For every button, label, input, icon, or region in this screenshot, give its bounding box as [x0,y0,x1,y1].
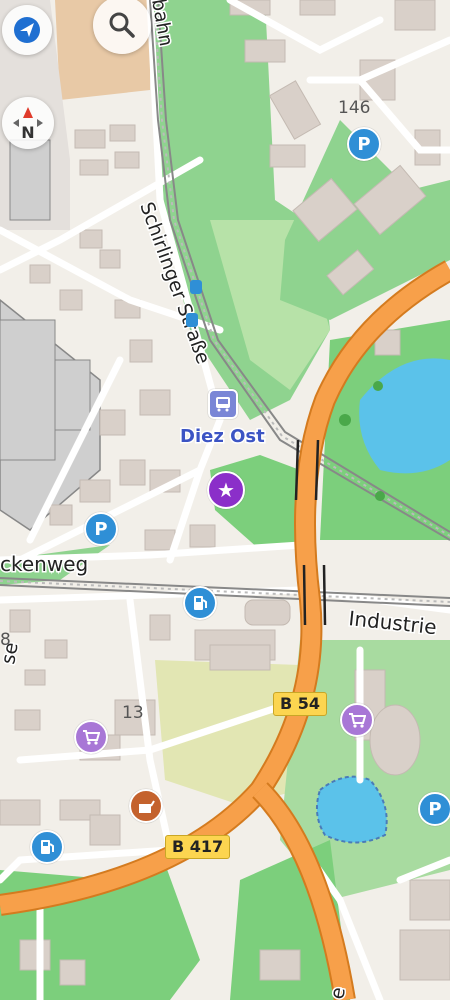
house-number-8: 8 [0,630,11,650]
fuel-icon[interactable] [183,586,217,620]
road-shield-b417: B 417 [165,835,231,859]
house-number-13: 13 [122,703,144,723]
locate-button[interactable] [2,5,52,55]
farmland [155,660,300,805]
compass-letter: N [21,123,34,142]
compass-button[interactable]: N [2,97,54,149]
locate-icon [14,17,40,43]
street-label-weg: ckenweg [0,552,88,576]
road-shield-b54: B 54 [273,692,328,716]
bus-stop-icon[interactable] [208,389,238,419]
favorite-star-icon[interactable]: ★ [207,471,245,509]
parking-icon[interactable]: P [347,127,381,161]
shop-icon[interactable] [74,720,108,754]
search-icon [109,12,135,38]
parking-icon[interactable]: P [84,512,118,546]
shop-icon[interactable] [340,703,374,737]
parking-icon[interactable]: P [418,792,450,826]
station-label: Diez Ost [180,426,265,447]
compass-icon: N [13,107,43,142]
house-number-146: 146 [338,98,370,118]
shop-icon[interactable] [129,789,163,823]
fuel-icon[interactable] [30,830,64,864]
